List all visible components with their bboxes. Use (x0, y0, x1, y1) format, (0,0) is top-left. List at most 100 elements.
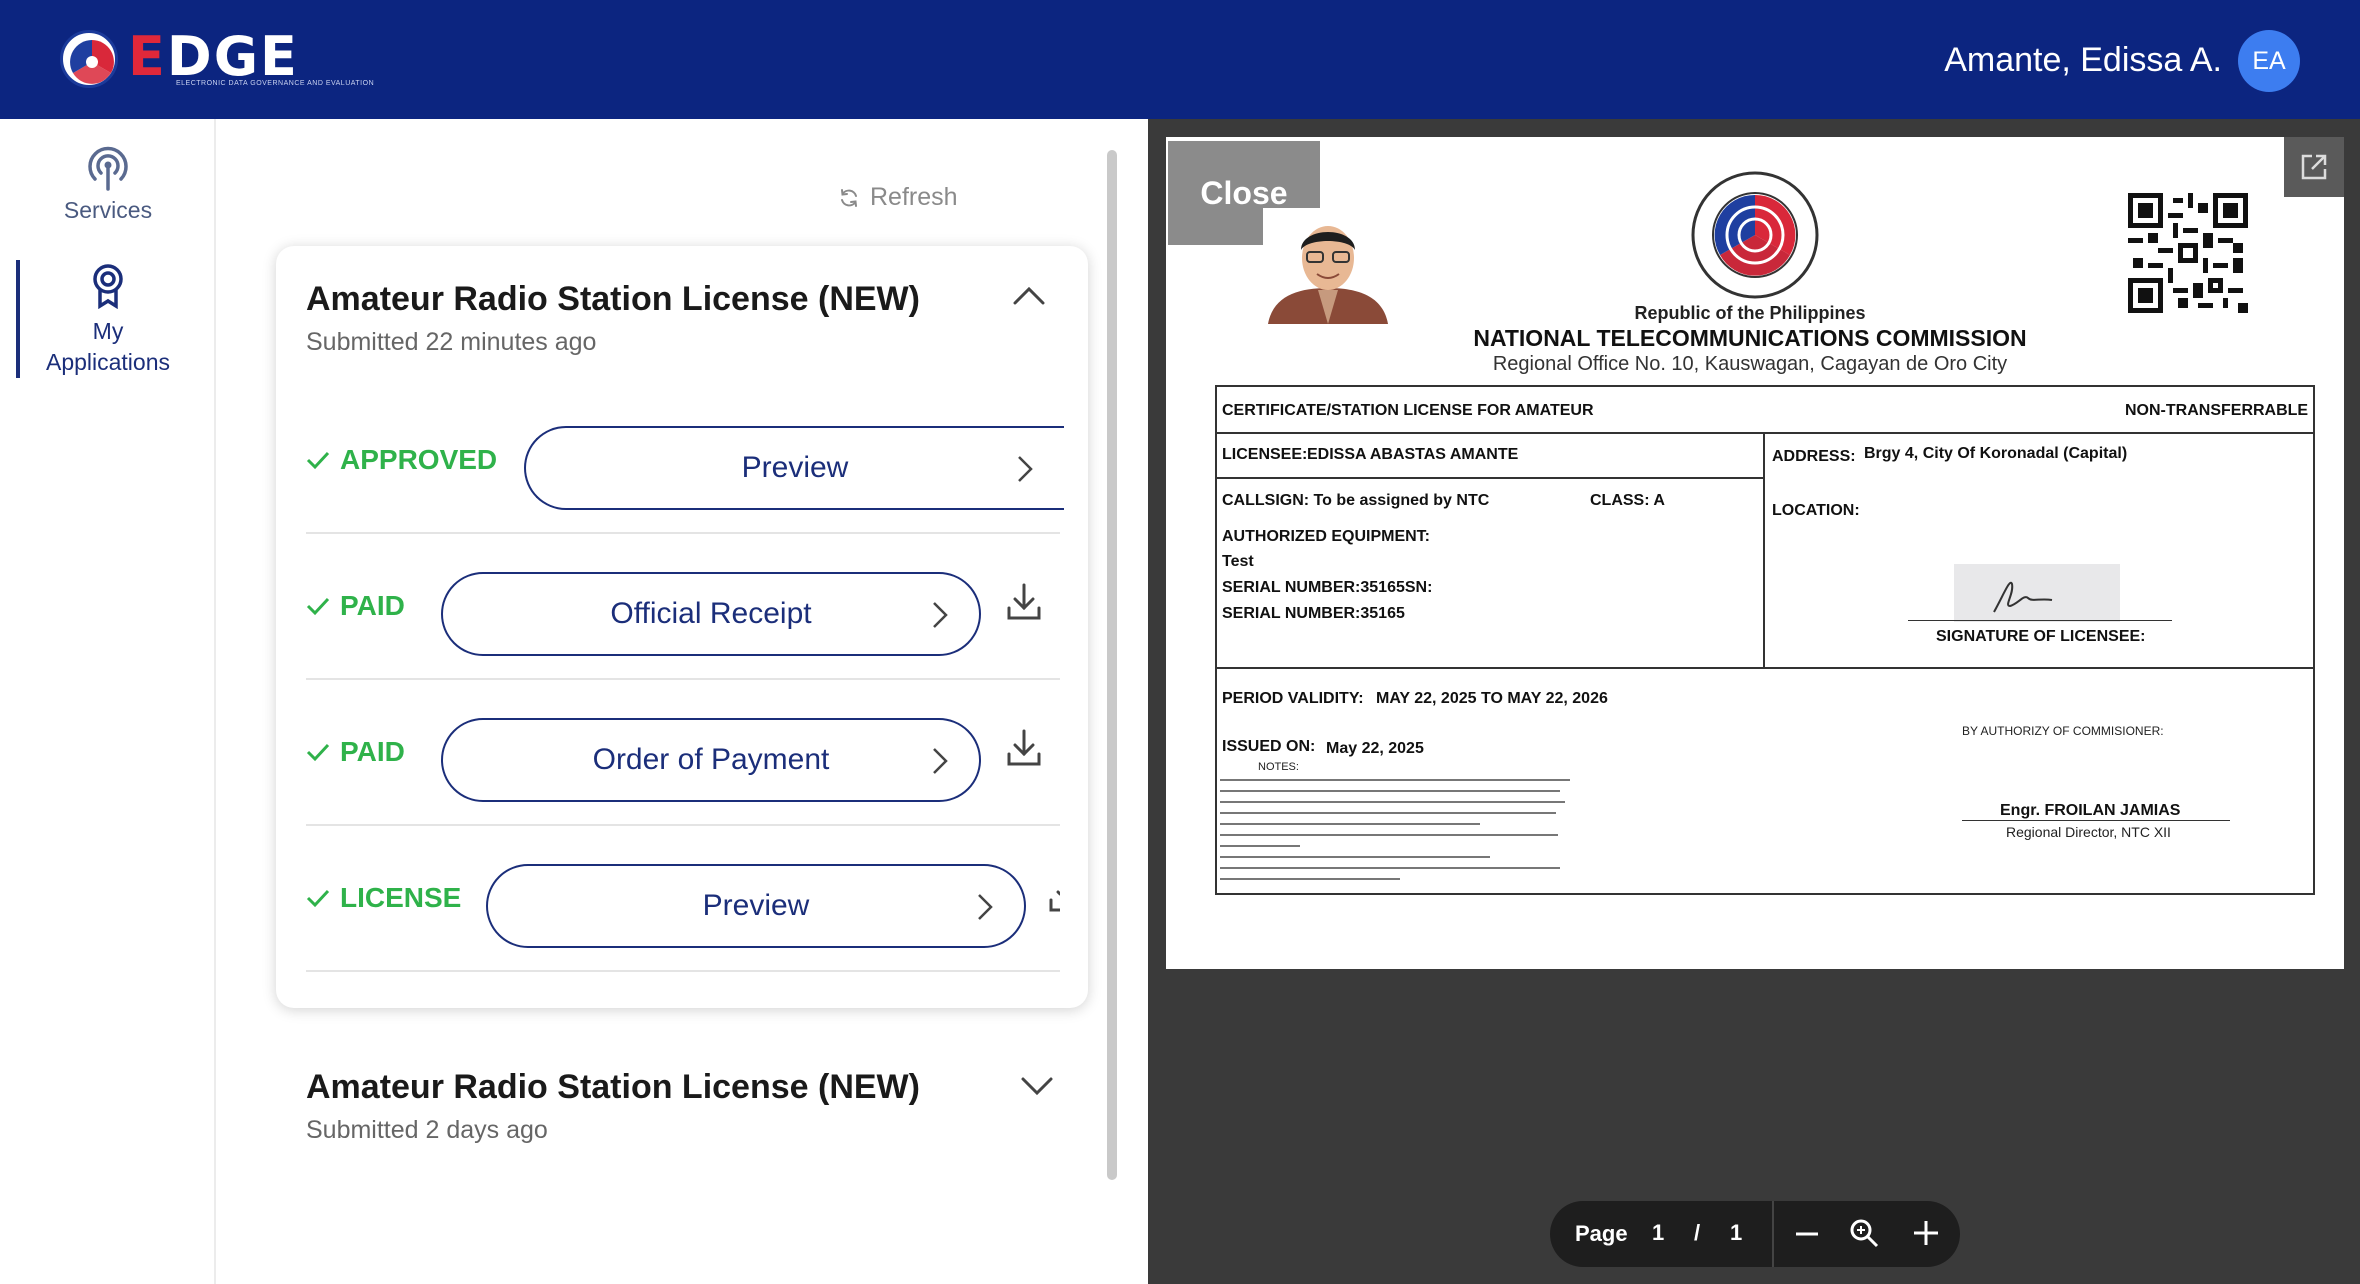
non-transferrable: NON-TRANSFERRABLE (2125, 402, 2309, 419)
side-nav: Services My Applications (0, 119, 216, 1284)
open-external-icon (2301, 154, 2327, 180)
chevron-right-icon (978, 894, 993, 920)
divider (1763, 432, 1765, 669)
logo-subtitle: ELECTRONIC DATA GOVERNANCE AND EVALUATIO… (176, 80, 375, 87)
zoom-reset-icon[interactable] (1848, 1217, 1880, 1249)
issued-value: May 22, 2025 (1326, 740, 1424, 757)
application-card-expanded: Amateur Radio Station License (NEW) Subm… (276, 246, 1088, 1008)
licensee-label: LICENSEE: (1222, 446, 1308, 463)
award-badge-icon (93, 264, 123, 309)
status-approved: APPROVED (306, 388, 497, 532)
check-icon (306, 889, 330, 908)
toolbar-divider (1772, 1201, 1774, 1267)
check-icon (306, 743, 330, 762)
divider (1215, 432, 2315, 434)
licensee-photo (1263, 208, 1393, 324)
chevron-up-icon[interactable] (1012, 284, 1046, 306)
qr-code (2128, 193, 2248, 313)
notes-label: NOTES: (1258, 761, 1299, 773)
order-of-payment-button[interactable]: Order of Payment (441, 718, 981, 802)
preview-button[interactable]: Preview (524, 426, 1064, 510)
refresh-button[interactable]: Refresh (838, 183, 958, 212)
check-icon (306, 597, 330, 616)
license-preview-button[interactable]: Preview (486, 864, 1026, 948)
ntc-seal-logo (60, 30, 118, 88)
director-name: Engr. FROILAN JAMIAS (2000, 802, 2181, 819)
chevron-right-icon (1018, 456, 1033, 482)
doc-republic: Republic of the Philippines (1634, 303, 1866, 323)
open-external-button[interactable] (2284, 137, 2344, 197)
chevron-down-icon[interactable] (1020, 1076, 1054, 1098)
status-label: PAID (340, 736, 405, 767)
authority-label: BY AUTHORIZY OF COMMISIONER: (1962, 724, 2164, 738)
zoom-in-icon[interactable] (1912, 1219, 1940, 1247)
preview-button-label: Preview (741, 451, 849, 484)
license-preview-label: Preview (702, 889, 810, 922)
pdf-toolbar: Page 1 / 1 (1550, 1201, 1960, 1267)
status-label: APPROVED (340, 444, 498, 475)
ntc-seal (1690, 170, 1820, 300)
authorized-equipment: AUTHORIZED EQUIPMENT: (1222, 528, 1430, 545)
doc-agency: NATIONAL TELECOMMUNICATIONS COMMISSION (1473, 325, 2027, 351)
doc-office: Regional Office No. 10, Kauswagan, Cagay… (1492, 353, 2008, 375)
download-icon[interactable] (1006, 582, 1042, 622)
user-name[interactable]: Amante, Edissa A. (1944, 38, 2222, 82)
page-number-input[interactable]: 1 (1652, 1220, 1664, 1246)
licensee-value: EDISSA ABASTAS AMANTE (1307, 446, 1519, 463)
avatar[interactable]: EA (2238, 30, 2300, 92)
divider (1215, 667, 2315, 669)
nav-item-my-applications[interactable]: My Applications (0, 263, 216, 377)
antenna-icon (88, 146, 128, 191)
step-row-approved: APPROVED Preview (306, 388, 1064, 534)
application-title-collapsed[interactable]: Amateur Radio Station License (NEW) (306, 1068, 920, 1107)
step-row-paid-order: PAID Order of Payment (306, 680, 1060, 826)
download-icon[interactable] (1048, 874, 1060, 914)
period-label: PERIOD VALIDITY: (1222, 690, 1364, 707)
application-submitted-time: Submitted 22 minutes ago (306, 328, 597, 356)
status-paid: PAID (306, 534, 405, 678)
official-receipt-button[interactable]: Official Receipt (441, 572, 981, 656)
chevron-right-icon (933, 748, 948, 774)
download-icon[interactable] (1006, 728, 1042, 768)
cert-title: CERTIFICATE/STATION LICENSE FOR AMATEUR (1222, 402, 1594, 419)
application-title[interactable]: Amateur Radio Station License (NEW) (306, 280, 920, 319)
issued-label: ISSUED ON: (1222, 738, 1316, 755)
zoom-out-icon[interactable] (1794, 1223, 1820, 1245)
notes-fine-print (1220, 776, 1580, 887)
nav-label-my: My (92, 318, 124, 344)
refresh-label: Refresh (870, 183, 958, 211)
divider (1215, 477, 1765, 479)
edge-logo[interactable]: EDGE (128, 30, 299, 84)
equipment-name: Test (1222, 553, 1254, 570)
chevron-right-icon (933, 602, 948, 628)
location-label: LOCATION: (1772, 502, 1860, 519)
status-license: LICENSE (306, 826, 461, 970)
status-label: LICENSE (340, 882, 462, 913)
page-separator: / (1694, 1220, 1701, 1245)
page-label: Page (1575, 1221, 1628, 1246)
check-icon (306, 451, 330, 470)
application-submitted-time-collapsed: Submitted 2 days ago (306, 1116, 548, 1144)
refresh-icon (841, 188, 857, 207)
nav-item-services[interactable]: Services (0, 145, 216, 224)
page-total: 1 (1730, 1220, 1743, 1245)
nav-label-applications: Applications (45, 349, 171, 375)
address-label: ADDRESS: (1772, 448, 1856, 465)
step-row-license: LICENSE Preview (306, 826, 1060, 972)
signature-line (1908, 620, 2172, 621)
licensee-signature (1954, 564, 2120, 622)
serial-number-2: SERIAL NUMBER:35165 (1222, 605, 1405, 622)
status-label: PAID (340, 590, 405, 621)
official-receipt-label: Official Receipt (610, 597, 812, 630)
order-of-payment-label: Order of Payment (592, 743, 830, 776)
step-row-paid-receipt: PAID Official Receipt (306, 534, 1060, 680)
top-header: EDGE ELECTRONIC DATA GOVERNANCE AND EVAL… (0, 0, 2360, 119)
status-paid: PAID (306, 680, 405, 824)
address-value: Brgy 4, City Of Koronadal (Capital) (1864, 445, 2128, 462)
serial-number-1: SERIAL NUMBER:35165SN: (1222, 579, 1433, 596)
nav-label-services: Services (63, 197, 153, 223)
class: CLASS: A (1590, 492, 1665, 509)
callsign: CALLSIGN: To be assigned by NTC (1222, 492, 1490, 509)
signature-label: SIGNATURE OF LICENSEE: (1936, 628, 2146, 645)
scrollbar[interactable] (1107, 150, 1117, 1180)
